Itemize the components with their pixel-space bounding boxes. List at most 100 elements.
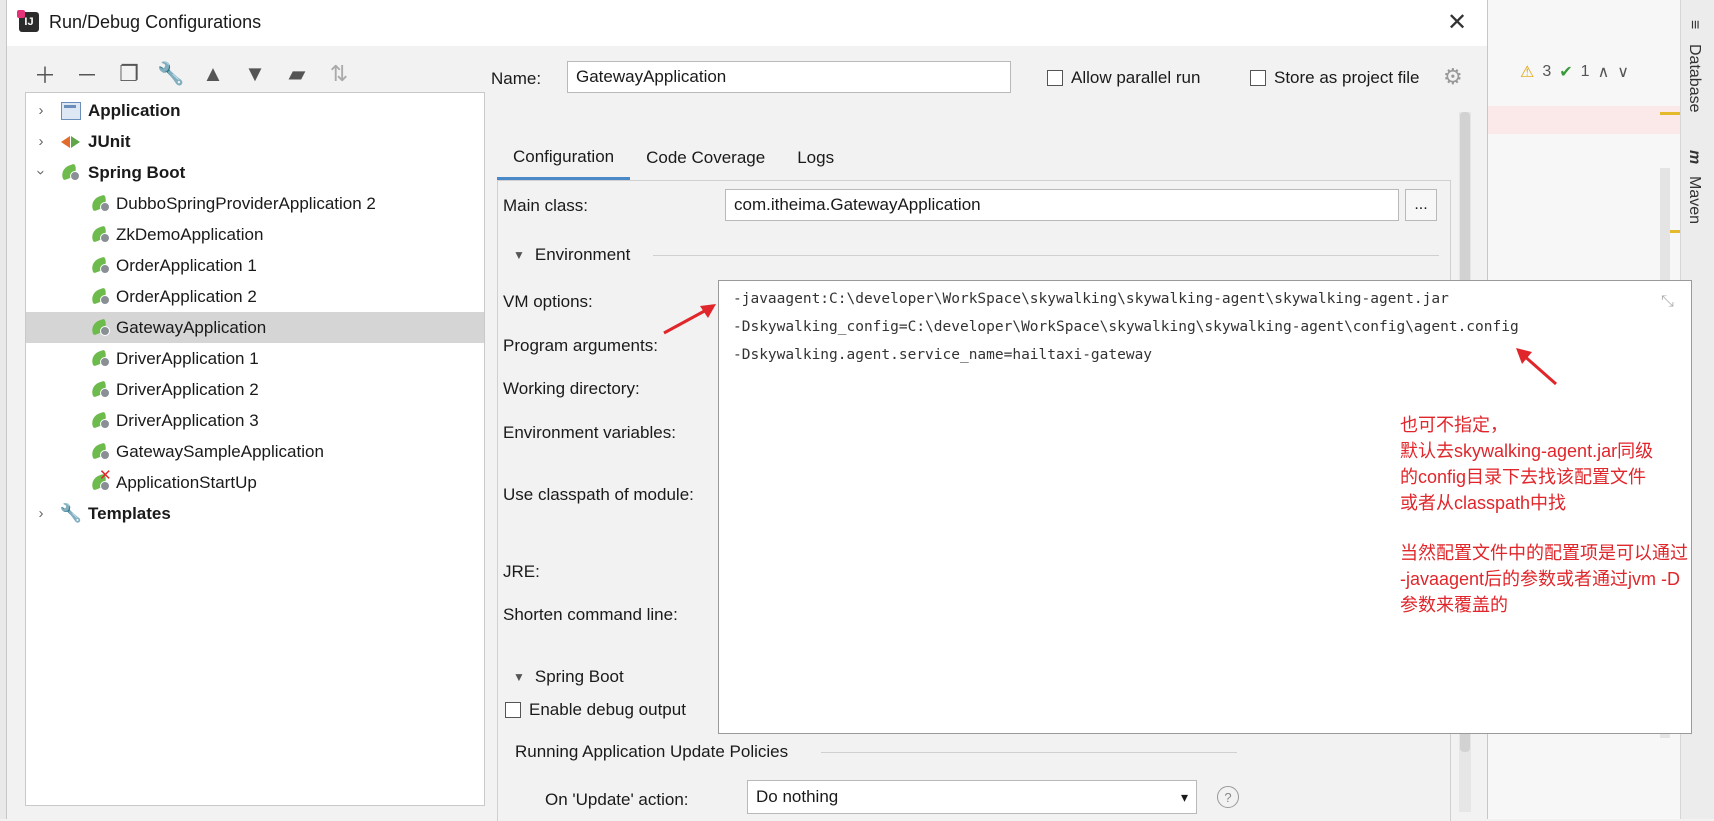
chevron-right-icon[interactable]: ›	[34, 505, 48, 522]
tab-code-coverage[interactable]: Code Coverage	[630, 136, 781, 180]
note-line: 的config目录下去找该配置文件	[1400, 467, 1647, 487]
browse-main-class-button[interactable]: ...	[1405, 189, 1437, 221]
shorten-command-line-label: Shorten command line:	[503, 605, 678, 624]
note-line: -javaagent后的参数或者通过jvm -D	[1400, 569, 1681, 589]
note-line: 当然配置文件中的配置项是可以通过	[1400, 543, 1688, 563]
checkbox-label: Allow parallel run	[1071, 68, 1201, 87]
tree-item[interactable]: DriverApplication 1	[26, 343, 484, 374]
vm-option-line[interactable]: -Dskywalking_config=C:\developer\WorkSpa…	[733, 319, 1519, 335]
tree-item[interactable]: DubboSpringProviderApplication 2	[26, 188, 484, 219]
main-class-input[interactable]: com.itheima.GatewayApplication	[725, 189, 1399, 221]
program-arguments-label: Program arguments:	[503, 336, 658, 355]
tree-item-label: OrderApplication 1	[116, 255, 257, 275]
section-title: Environment	[534, 245, 631, 264]
tree-item[interactable]: OrderApplication 2	[26, 281, 484, 312]
chevron-right-icon[interactable]: ›	[34, 133, 48, 150]
tree-item-label: GatewaySampleApplication	[116, 441, 324, 461]
spring-boot-icon	[90, 256, 112, 276]
checkbox-box[interactable]	[1250, 70, 1266, 86]
environment-variables-label: Environment variables:	[503, 423, 676, 442]
tree-item-label: DubboSpringProviderApplication 2	[116, 193, 376, 213]
wrench-icon: 🔧	[59, 503, 83, 523]
dialog-title: Run/Debug Configurations	[49, 12, 262, 32]
tree-item[interactable]: OrderApplication 1	[26, 250, 484, 281]
wrench-icon[interactable]: 🔧	[157, 60, 185, 88]
spring-boot-section[interactable]: ▼ Spring Boot	[513, 667, 624, 687]
vm-option-line[interactable]: -javaagent:C:\developer\WorkSpace\skywal…	[733, 291, 1449, 307]
note-line: 或者从classpath中找	[1400, 493, 1567, 513]
check-icon: ✔	[1559, 64, 1573, 81]
spring-boot-error-icon: ✕	[90, 467, 112, 493]
tree-group-label: JUnit	[88, 131, 131, 151]
collapse-icon[interactable]: ⤡	[1661, 293, 1674, 311]
copy-icon[interactable]: ❐	[115, 60, 143, 88]
name-label: Name:	[491, 69, 542, 88]
tab-logs[interactable]: Logs	[781, 136, 850, 180]
tree-group-junit[interactable]: › JUnit	[26, 126, 484, 157]
gear-icon[interactable]: ⚙	[1443, 64, 1463, 90]
chevron-down-icon: ▾	[1180, 788, 1188, 805]
on-update-select[interactable]: Do nothing ▾	[747, 780, 1197, 814]
sort-icon[interactable]: ⇅	[325, 60, 353, 88]
tree-item-label: DriverApplication 3	[116, 410, 259, 430]
remove-icon[interactable]: －	[73, 60, 101, 88]
update-policies-title: Running Application Update Policies	[515, 742, 789, 761]
environment-section[interactable]: ▼ Environment	[513, 245, 630, 265]
chevron-down-icon[interactable]: ›	[33, 166, 50, 180]
classpath-module-label: Use classpath of module:	[503, 485, 694, 504]
database-tool-tab[interactable]: Database	[1685, 44, 1703, 113]
new-folder-icon[interactable]: ▰	[283, 60, 311, 88]
tree-item-label: ApplicationStartUp	[116, 472, 257, 492]
tree-item[interactable]: ✕ ApplicationStartUp	[26, 467, 484, 498]
chevron-right-icon[interactable]: ›	[34, 102, 48, 119]
maven-icon: m	[1686, 150, 1703, 165]
store-as-project-file-checkbox[interactable]: Store as project file	[1250, 68, 1420, 88]
checkbox-box[interactable]	[505, 702, 521, 718]
on-update-value: Do nothing	[756, 787, 839, 806]
spring-boot-icon	[90, 318, 112, 338]
intellij-logo-icon: IJ	[17, 10, 39, 32]
config-tree: › Application › JUnit › Spring Boot Dubb…	[25, 92, 485, 806]
editor-marker	[1660, 112, 1680, 115]
spring-boot-icon	[90, 287, 112, 307]
note-line: 也可不指定，	[1400, 415, 1508, 435]
tree-group-spring-boot[interactable]: › Spring Boot	[26, 157, 484, 188]
config-tabs: Configuration Code Coverage Logs	[497, 136, 850, 180]
maven-tool-tab[interactable]: Maven	[1685, 176, 1703, 224]
ide-inspection-status[interactable]: ⚠ 3 ✔ 1 ∧ ∨	[1520, 60, 1629, 84]
tab-configuration[interactable]: Configuration	[497, 136, 631, 180]
name-input[interactable]: GatewayApplication	[567, 61, 1011, 93]
tree-group-templates[interactable]: › 🔧 Templates	[26, 498, 484, 529]
checkbox-label: Enable debug output	[529, 700, 686, 719]
move-up-icon[interactable]: ▲	[199, 60, 227, 88]
tree-item[interactable]: ZkDemoApplication	[26, 219, 484, 250]
editor-highlight-line	[1460, 106, 1680, 134]
spring-boot-icon	[90, 194, 112, 214]
config-toolbar: ＋ － ❐ 🔧 ▲ ▼ ▰ ⇅	[31, 58, 353, 90]
chevron-down-icon[interactable]: ∨	[1617, 62, 1629, 82]
tree-group-application[interactable]: › Application	[26, 95, 484, 126]
enable-debug-output-checkbox[interactable]: Enable debug output	[505, 700, 686, 720]
tree-item-label: GatewayApplication	[116, 317, 267, 337]
triangle-down-icon: ▼	[513, 670, 525, 684]
annotation-note-a: 也可不指定， 默认去skywalking-agent.jar同级 的config…	[1400, 412, 1710, 516]
dialog-titlebar: IJ Run/Debug Configurations ✕	[7, 0, 1487, 46]
tree-item[interactable]: DriverApplication 2	[26, 374, 484, 405]
allow-parallel-run-checkbox[interactable]: Allow parallel run	[1047, 68, 1200, 88]
help-icon[interactable]: ?	[1217, 786, 1239, 808]
checkbox-box[interactable]	[1047, 70, 1063, 86]
close-icon[interactable]: ✕	[1447, 8, 1467, 37]
main-class-label: Main class:	[503, 196, 589, 215]
spring-boot-icon	[90, 411, 112, 431]
vm-option-line[interactable]: -Dskywalking.agent.service_name=hailtaxi…	[733, 347, 1152, 363]
tree-item-label: DriverApplication 2	[116, 379, 259, 399]
move-down-icon[interactable]: ▼	[241, 60, 269, 88]
ok-count: 1	[1580, 63, 1590, 80]
chevron-up-icon[interactable]: ∧	[1598, 62, 1610, 82]
tree-item[interactable]: DriverApplication 3	[26, 405, 484, 436]
tree-item-selected[interactable]: GatewayApplication	[26, 312, 484, 343]
add-icon[interactable]: ＋	[31, 60, 59, 88]
section-divider	[653, 255, 1439, 256]
annotation-arrow-config	[1516, 348, 1557, 386]
tree-item[interactable]: GatewaySampleApplication	[26, 436, 484, 467]
